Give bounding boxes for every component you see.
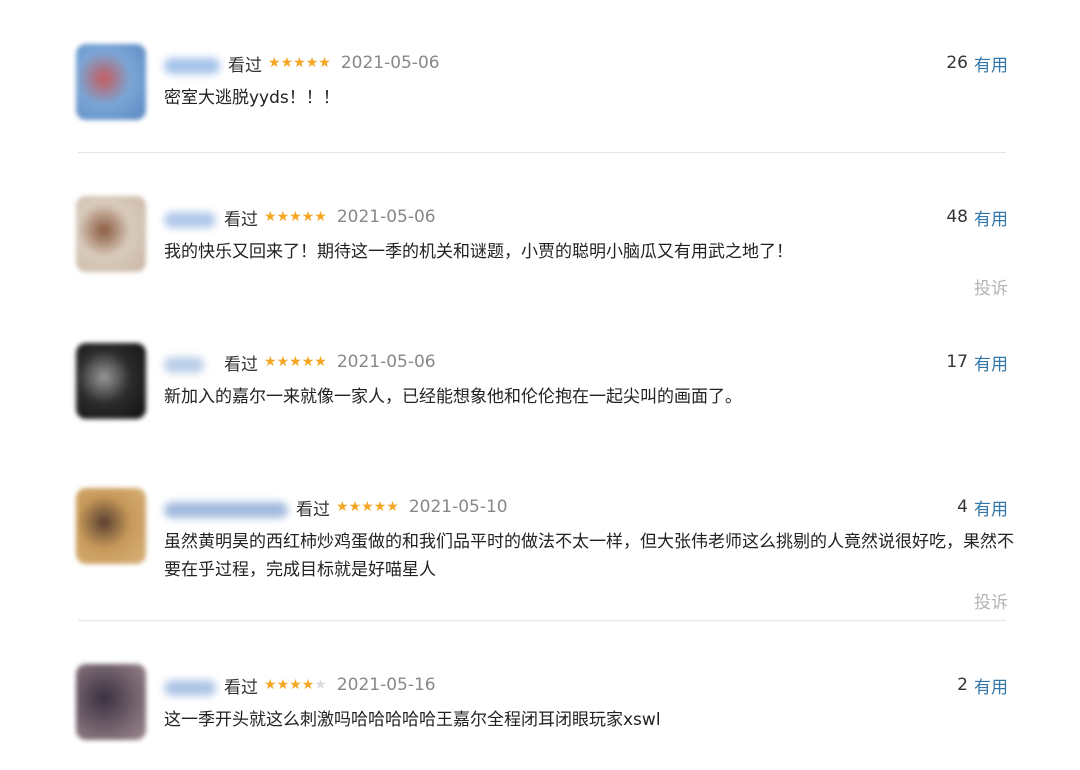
vote-count: 17: [946, 352, 968, 372]
review-content: 虽然黄明昊的西红柿炒鸡蛋做的和我们品平时的做法不太一样，但大张伟老师这么挑剔的人…: [164, 532, 1014, 580]
vote-count: 48: [946, 207, 968, 227]
review-date: 2021-05-06: [336, 352, 436, 372]
vote-area: 48 有用: [946, 202, 1008, 232]
star-icon: ★: [276, 677, 290, 693]
useful-button[interactable]: 有用: [974, 51, 1008, 76]
avatar[interactable]: [76, 664, 146, 740]
divider: [78, 620, 1006, 621]
avatar[interactable]: [76, 343, 146, 419]
star-icon: ★: [301, 354, 315, 370]
divider: [78, 152, 1006, 153]
rating-stars: ★ ★ ★ ★ ★: [264, 355, 327, 369]
star-icon: ★: [289, 677, 302, 693]
avatar[interactable]: [76, 196, 146, 272]
star-icon: ★: [276, 209, 290, 225]
review-content: 这一季开头就这么刺激吗哈哈哈哈哈王嘉尔全程闭耳闭眼玩家xswl: [164, 710, 661, 730]
star-icon: ★: [314, 677, 327, 693]
vote-count: 4: [957, 497, 968, 517]
star-icon: ★: [314, 354, 327, 370]
watch-status: 看过: [224, 354, 258, 375]
vote-count: 2: [957, 675, 968, 695]
rating-stars: ★ ★ ★ ★ ★: [264, 678, 327, 692]
star-icon: ★: [373, 499, 387, 515]
star-icon: ★: [264, 677, 277, 693]
useful-button[interactable]: 有用: [974, 673, 1008, 698]
username-blurred[interactable]: [164, 212, 216, 228]
star-icon: ★: [293, 55, 306, 71]
review-content: 我的快乐又回来了！期待这一季的机关和谜题，小贾的聪明小脑瓜又有用武之地了！: [164, 242, 793, 262]
review-date: 2021-05-10: [408, 497, 508, 517]
rating-stars: ★ ★ ★ ★ ★: [268, 56, 331, 70]
username-blurred[interactable]: [164, 680, 216, 696]
star-icon: ★: [264, 354, 277, 370]
star-icon: ★: [336, 499, 349, 515]
star-icon: ★: [348, 499, 362, 515]
star-icon: ★: [264, 209, 277, 225]
avatar[interactable]: [76, 488, 146, 564]
rating-stars: ★ ★ ★ ★ ★: [264, 210, 327, 224]
vote-area: 26 有用: [946, 48, 1008, 78]
review-content: 密室大逃脱yyds！！！: [164, 88, 340, 108]
watch-status: 看过: [228, 55, 262, 76]
review-meta: 看过 ★ ★ ★ ★ ★ 2021-05-06: [224, 202, 436, 232]
review-date: 2021-05-06: [340, 53, 440, 73]
avatar[interactable]: [76, 44, 146, 120]
review-meta: 看过 ★ ★ ★ ★ ★ 2021-05-10: [296, 492, 508, 522]
review-meta: 看过 ★ ★ ★ ★ ★ 2021-05-06: [224, 347, 436, 377]
star-icon: ★: [289, 209, 302, 225]
username-blurred[interactable]: [164, 58, 220, 74]
star-icon: ★: [314, 209, 327, 225]
star-icon: ★: [280, 55, 294, 71]
star-icon: ★: [276, 354, 290, 370]
star-icon: ★: [318, 55, 331, 71]
username-blurred[interactable]: [164, 502, 288, 518]
username-blurred[interactable]: [164, 357, 204, 373]
review-content: 新加入的嘉尔一来就像一家人，已经能想象他和伦伦抱在一起尖叫的画面了。: [164, 387, 742, 407]
star-icon: ★: [301, 677, 315, 693]
vote-area: 4 有用: [957, 492, 1008, 522]
star-icon: ★: [386, 499, 399, 515]
rating-stars: ★ ★ ★ ★ ★: [336, 500, 399, 514]
watch-status: 看过: [296, 499, 330, 520]
review-meta: 看过 ★ ★ ★ ★ ★ 2021-05-16: [224, 670, 436, 700]
star-icon: ★: [361, 499, 374, 515]
vote-count: 26: [946, 53, 968, 73]
watch-status: 看过: [224, 209, 258, 230]
useful-button[interactable]: 有用: [974, 205, 1008, 230]
review-meta: 看过 ★ ★ ★ ★ ★ 2021-05-06: [228, 48, 440, 78]
report-button[interactable]: 投诉: [974, 274, 1008, 299]
useful-button[interactable]: 有用: [974, 495, 1008, 520]
vote-area: 17 有用: [946, 347, 1008, 377]
useful-button[interactable]: 有用: [974, 350, 1008, 375]
star-icon: ★: [268, 55, 281, 71]
star-icon: ★: [301, 209, 315, 225]
report-button[interactable]: 投诉: [974, 588, 1008, 613]
star-icon: ★: [305, 55, 319, 71]
review-date: 2021-05-06: [336, 207, 436, 227]
watch-status: 看过: [224, 677, 258, 698]
review-date: 2021-05-16: [336, 675, 436, 695]
vote-area: 2 有用: [957, 670, 1008, 700]
star-icon: ★: [289, 354, 302, 370]
